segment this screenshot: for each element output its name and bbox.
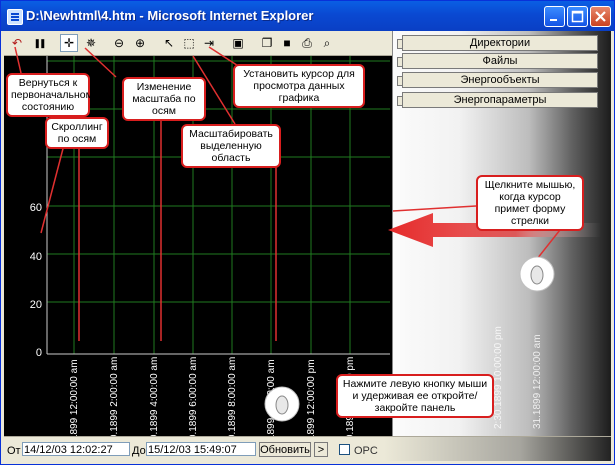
save-button[interactable]: ■: [278, 34, 296, 52]
zoom-in-icon: ⊕: [134, 36, 146, 50]
axis-scroll-button[interactable]: ✛: [60, 34, 78, 52]
pause-button[interactable]: ❚❚: [30, 34, 48, 52]
zoom-in-button[interactable]: ⊕: [131, 34, 149, 52]
arrow-cursor-button[interactable]: ↖: [160, 34, 178, 52]
callout-zoom-axes: Изменение масштаба по осям: [122, 77, 206, 121]
maximize-icon: [571, 10, 584, 23]
y-tick-40: 40: [29, 251, 42, 263]
copy-button[interactable]: ❐: [258, 34, 276, 52]
reset-arrow-icon: ↶: [11, 36, 23, 50]
print-icon: ⎙: [302, 35, 312, 50]
data-cursor-button[interactable]: ⇥: [200, 34, 218, 52]
callout-scroll: Скроллинг по осям: [45, 117, 109, 149]
reset-button[interactable]: ↶: [8, 34, 26, 52]
close-button[interactable]: [590, 6, 611, 27]
y-tick-60: 60: [29, 202, 42, 214]
browser-window: D:\Newhtml\4.htm - Microsoft Internet Ex…: [0, 0, 615, 465]
callout-click-mouse: Щелкните мышью, когда курсор примет форм…: [476, 175, 584, 231]
axis-scroll-icon: ✛: [63, 36, 75, 50]
properties-icon: ▣: [232, 36, 244, 50]
status-bar-shade: [384, 437, 611, 461]
tab-energy-objects[interactable]: Энергообъекты: [397, 72, 598, 88]
minimize-icon: [550, 19, 557, 21]
print-preview-icon: ⌕: [323, 35, 331, 50]
pause-icon: ❚❚: [33, 37, 46, 48]
y-tick-20: 20: [29, 299, 42, 311]
tab-files[interactable]: Файлы: [397, 53, 598, 69]
opc-label: OPC: [354, 445, 378, 457]
from-label: От: [7, 445, 21, 457]
opc-checkbox[interactable]: [339, 444, 350, 455]
copy-icon: ❐: [261, 36, 273, 50]
callout-reset: Вернуться к первоначальному состоянию: [6, 73, 98, 117]
window-title: D:\Newhtml\4.htm - Microsoft Internet Ex…: [26, 8, 314, 23]
to-label: До: [132, 445, 146, 457]
to-date-field[interactable]: 15/12/03 15:49:07: [146, 442, 256, 456]
zoom-region-icon: ⬚: [183, 36, 195, 50]
save-icon: ■: [283, 36, 291, 50]
axis-zoom-icon: ✵: [85, 36, 97, 50]
callout-cursor: Установить курсор для просмотра данных г…: [233, 64, 365, 108]
from-date-field[interactable]: 14/12/03 12:02:27: [22, 442, 130, 456]
callout-hold-mouse: Нажмите левую кнопку мыши и удерживая ее…: [336, 374, 494, 418]
next-button[interactable]: >: [314, 442, 328, 457]
print-button[interactable]: ⎙: [298, 34, 316, 52]
status-bar: От 14/12/03 12:02:27 До 15/12/03 15:49:0…: [4, 436, 611, 461]
data-cursor-icon: ⇥: [203, 36, 215, 50]
close-icon: [595, 11, 606, 22]
title-bar: D:\Newhtml\4.htm - Microsoft Internet Ex…: [1, 1, 614, 31]
zoom-region-button[interactable]: ⬚: [180, 34, 198, 52]
refresh-button[interactable]: Обновить: [259, 442, 311, 457]
right-x-tick-label: 31.1899 12:00:00 am: [532, 334, 543, 429]
arrow-cursor-icon: ↖: [163, 36, 175, 50]
zoom-out-icon: ⊖: [113, 36, 125, 50]
callout-zoom-region: Масштабировать выделенную область: [181, 124, 281, 168]
tab-directories[interactable]: Директории: [397, 35, 598, 51]
y-tick-0: 0: [35, 347, 42, 359]
chart-toolbar: ↶ ❚❚ ✛ ✵ ⊖ ⊕ ↖ ⬚ ⇥ ▣ ❐ ■ ⎙ ⌕: [4, 31, 392, 56]
ie-page-icon: [7, 9, 23, 25]
maximize-button[interactable]: [567, 6, 588, 27]
zoom-out-button[interactable]: ⊖: [110, 34, 128, 52]
properties-button[interactable]: ▣: [229, 34, 247, 52]
right-x-tick-label: 2:30.1899 10:00:00 pm: [493, 326, 504, 429]
axis-zoom-button[interactable]: ✵: [82, 34, 100, 52]
minimize-button[interactable]: [544, 6, 565, 27]
print-preview-button[interactable]: ⌕: [318, 34, 336, 52]
tab-energy-parameters[interactable]: Энергопараметры: [397, 92, 598, 108]
